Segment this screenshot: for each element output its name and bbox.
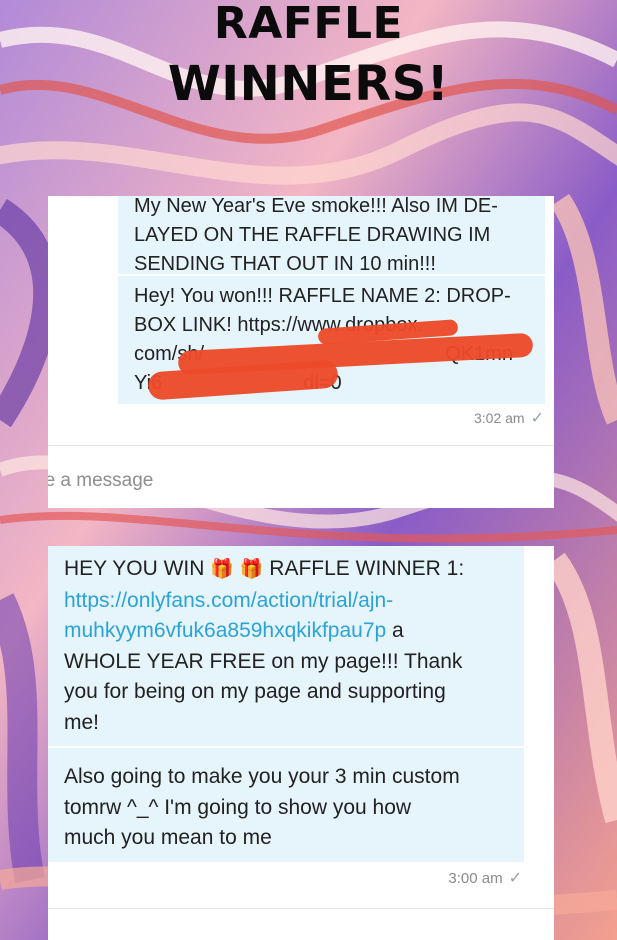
title-line-2: WINNERS! xyxy=(167,56,450,112)
message-line: muhkyym6vfuk6a859hxqkikfpau7p a xyxy=(64,616,508,647)
message-text: a xyxy=(386,619,404,642)
raffle-link[interactable]: https://onlyfans.com/action/trial/ajn- xyxy=(64,589,393,612)
checkmark-icon: ✓ xyxy=(508,870,522,887)
message-text: HEY YOU WIN xyxy=(64,557,205,580)
gift-icon: 🎁 xyxy=(210,559,234,580)
message-line: much you mean to me xyxy=(64,826,272,849)
divider xyxy=(48,908,554,909)
message-bubble-1: My New Year's Eve smoke!!! Also IM DE- L… xyxy=(118,196,545,275)
message-line: me! xyxy=(64,710,100,734)
message-line: My New Year's Eve smoke!!! Also IM DE- xyxy=(134,196,498,217)
page-title: RAFFLE WINNERS! xyxy=(0,0,617,114)
message-text: RAFFLE WINNER 1: xyxy=(269,557,465,580)
message-line: LAYED ON THE RAFFLE DRAWING IM xyxy=(134,224,491,246)
message-line: https://onlyfans.com/action/trial/ajn- xyxy=(64,586,508,617)
timestamp-text: 3:02 am xyxy=(474,410,525,426)
chat-screenshot-1: My New Year's Eve smoke!!! Also IM DE- L… xyxy=(48,196,554,508)
message-line: SENDING THAT OUT IN 10 min!!! xyxy=(134,253,436,275)
gift-icon: 🎁 xyxy=(239,559,264,580)
message-bubble-4: Also going to make you your 3 min custom… xyxy=(48,748,524,862)
message-line: Also going to make you your 3 min custom xyxy=(64,765,460,788)
message-line: you for being on my page and supporting xyxy=(64,680,446,703)
message-line: Hey! You won!!! RAFFLE NAME 2: DROP- xyxy=(134,285,511,307)
message-bubble-3: HEY YOU WIN 🎁 🎁 RAFFLE WINNER 1: https:/… xyxy=(48,546,524,746)
message-line: HEY YOU WIN 🎁 🎁 RAFFLE WINNER 1: xyxy=(64,554,508,586)
message-line: WHOLE YEAR FREE on my page!!! Thank xyxy=(64,649,463,673)
message-timestamp: 3:02 am ✓ xyxy=(474,408,544,428)
message-input[interactable]: pe a message xyxy=(48,470,153,492)
message-timestamp: 3:00 am ✓ xyxy=(448,868,522,888)
raffle-link[interactable]: muhkyym6vfuk6a859hxqkikfpau7p xyxy=(64,619,386,642)
checkmark-icon: ✓ xyxy=(530,410,544,427)
chat-screenshot-2: HEY YOU WIN 🎁 🎁 RAFFLE WINNER 1: https:/… xyxy=(48,546,554,940)
title-line-1: RAFFLE xyxy=(213,0,404,49)
message-line: tomrw ^_^ I'm going to show you how xyxy=(64,795,412,819)
timestamp-text: 3:00 am xyxy=(448,870,503,887)
divider xyxy=(48,445,554,446)
